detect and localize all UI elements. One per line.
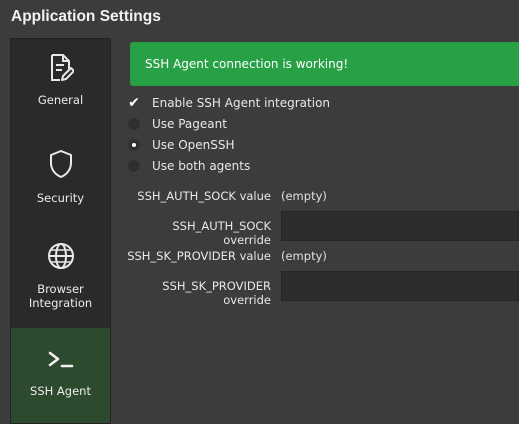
auth-sock-override-label: SSH_AUTH_SOCK override [172,219,271,247]
radio-button[interactable] [128,139,140,151]
sidebar-item-general[interactable]: General [11,53,110,129]
use-openssh-radio[interactable]: Use OpenSSH [128,137,235,153]
sidebar-item-ssh-agent[interactable]: SSH Agent [11,328,110,423]
auth-sock-value-label: SSH_AUTH_SOCK value [137,189,271,203]
settings-sidebar: General Security Browser Integration SSH… [10,38,111,424]
radio-label: Use Pageant [152,117,227,131]
radio-button[interactable] [128,118,140,130]
sidebar-item-security[interactable]: Security [11,149,110,225]
sidebar-item-label: General [37,93,84,107]
auth-sock-override-input[interactable] [281,211,519,241]
sk-provider-value-label: SSH_SK_PROVIDER value [127,249,271,263]
use-both-agents-radio[interactable]: Use both agents [128,158,250,174]
radio-button[interactable] [128,160,140,172]
checkbox-label: Enable SSH Agent integration [152,96,331,110]
sidebar-item-label: Security [36,191,85,205]
auth-sock-value: (empty) [281,189,327,203]
terminal-prompt-icon [47,350,75,370]
sidebar-item-label: Browser Integration [28,282,93,310]
window-title: Application Settings [11,8,161,25]
status-message: SSH Agent connection is working! [145,57,349,71]
use-pageant-radio[interactable]: Use Pageant [128,116,227,132]
radio-label: Use OpenSSH [152,138,235,152]
sk-provider-override-label: SSH_SK_PROVIDER override [162,279,271,307]
sidebar-item-browser-integration[interactable]: Browser Integration [11,242,110,322]
sk-provider-value: (empty) [281,249,327,263]
status-banner: SSH Agent connection is working! [130,42,519,86]
radio-label: Use both agents [152,159,251,173]
sk-provider-override-input[interactable] [281,271,519,301]
shield-icon [48,149,74,179]
globe-icon [47,242,75,270]
sidebar-item-label: SSH Agent [30,384,91,398]
checkmark-icon: ✔ [128,95,140,111]
checkbox-box[interactable]: ✔ [128,95,140,111]
document-edit-icon [48,53,74,83]
enable-ssh-agent-checkbox[interactable]: ✔ Enable SSH Agent integration [128,95,330,111]
